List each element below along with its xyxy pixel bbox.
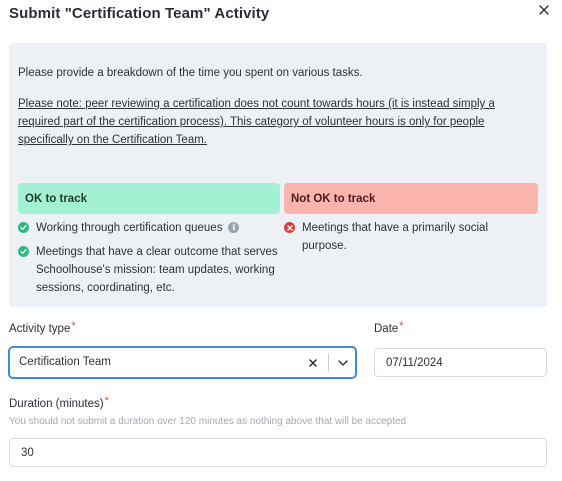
activity-type-label: Activity type* bbox=[9, 320, 76, 335]
ok-to-track-header: OK to track bbox=[18, 183, 280, 214]
clear-icon bbox=[309, 359, 317, 367]
duration-label-text: Duration (minutes) bbox=[9, 398, 104, 410]
close-icon bbox=[539, 5, 549, 15]
required-mark: * bbox=[104, 395, 109, 407]
close-button[interactable] bbox=[536, 2, 552, 18]
info-panel: Please provide a breakdown of the time y… bbox=[9, 43, 547, 307]
required-mark: * bbox=[399, 320, 404, 332]
modal-title: Submit "Certification Team" Activity bbox=[9, 5, 270, 22]
activity-type-select[interactable]: Certification Team bbox=[9, 347, 356, 378]
duration-input[interactable] bbox=[9, 438, 547, 467]
x-circle-icon bbox=[284, 222, 295, 233]
required-mark: * bbox=[71, 320, 76, 332]
select-divider bbox=[328, 354, 329, 372]
check-circle-icon bbox=[18, 246, 29, 257]
not-ok-to-track-header: Not OK to track bbox=[284, 183, 538, 214]
ok-item-label: Meetings that have a clear outcome that … bbox=[36, 246, 278, 294]
info-icon[interactable]: i bbox=[228, 221, 240, 233]
date-label: Date* bbox=[374, 320, 404, 335]
not-ok-item-social: Meetings that have a primarily social pu… bbox=[284, 219, 509, 255]
date-input[interactable] bbox=[374, 348, 547, 377]
clear-selection-button[interactable] bbox=[307, 356, 319, 370]
date-label-text: Date bbox=[374, 323, 399, 335]
ok-item-meetings: Meetings that have a clear outcome that … bbox=[18, 243, 280, 297]
ok-item-queues: Working through certification queues i bbox=[18, 219, 280, 237]
activity-type-label-text: Activity type bbox=[9, 323, 71, 335]
intro-text: Please provide a breakdown of the time y… bbox=[18, 67, 363, 79]
chevron-down-icon bbox=[338, 360, 348, 366]
ok-item-label: Working through certification queues bbox=[36, 222, 223, 234]
note-text: Please note: peer reviewing a certificat… bbox=[18, 98, 495, 146]
dropdown-toggle[interactable] bbox=[336, 356, 350, 370]
duration-hint: You should not submit a duration over 12… bbox=[9, 416, 407, 427]
activity-type-value: Certification Team bbox=[19, 356, 111, 368]
duration-label: Duration (minutes)* bbox=[9, 395, 109, 410]
check-circle-icon bbox=[18, 222, 29, 233]
not-ok-item-label: Meetings that have a primarily social pu… bbox=[302, 222, 488, 252]
